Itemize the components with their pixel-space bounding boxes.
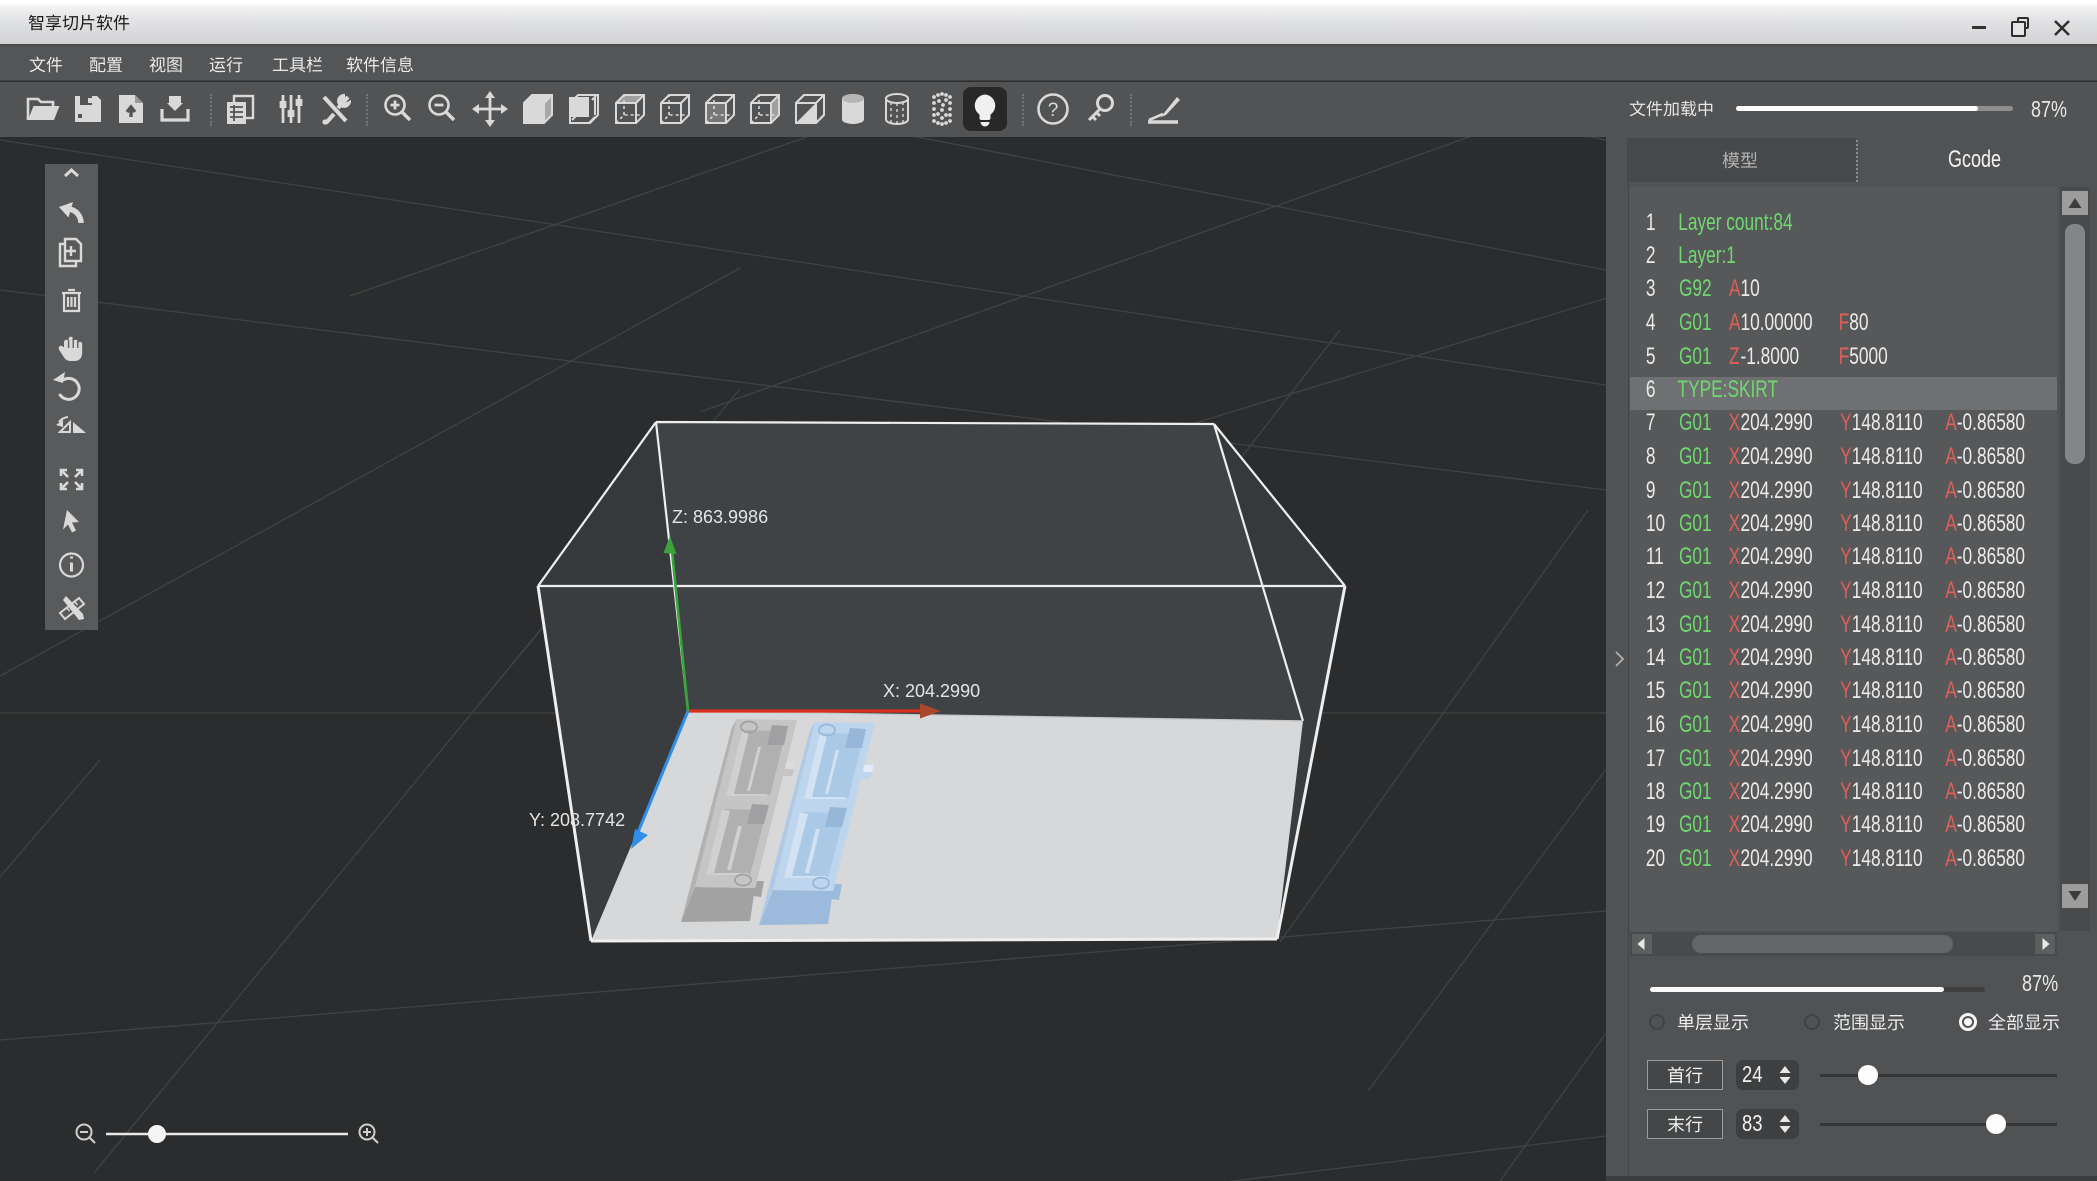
svg-text:?: ? [1048,100,1059,121]
svg-text:X: 204.2990: X: 204.2990 [883,681,980,701]
svg-text:Z: 863.9986: Z: 863.9986 [672,507,768,527]
svg-text:Y: 208.7742: Y: 208.7742 [529,810,625,830]
